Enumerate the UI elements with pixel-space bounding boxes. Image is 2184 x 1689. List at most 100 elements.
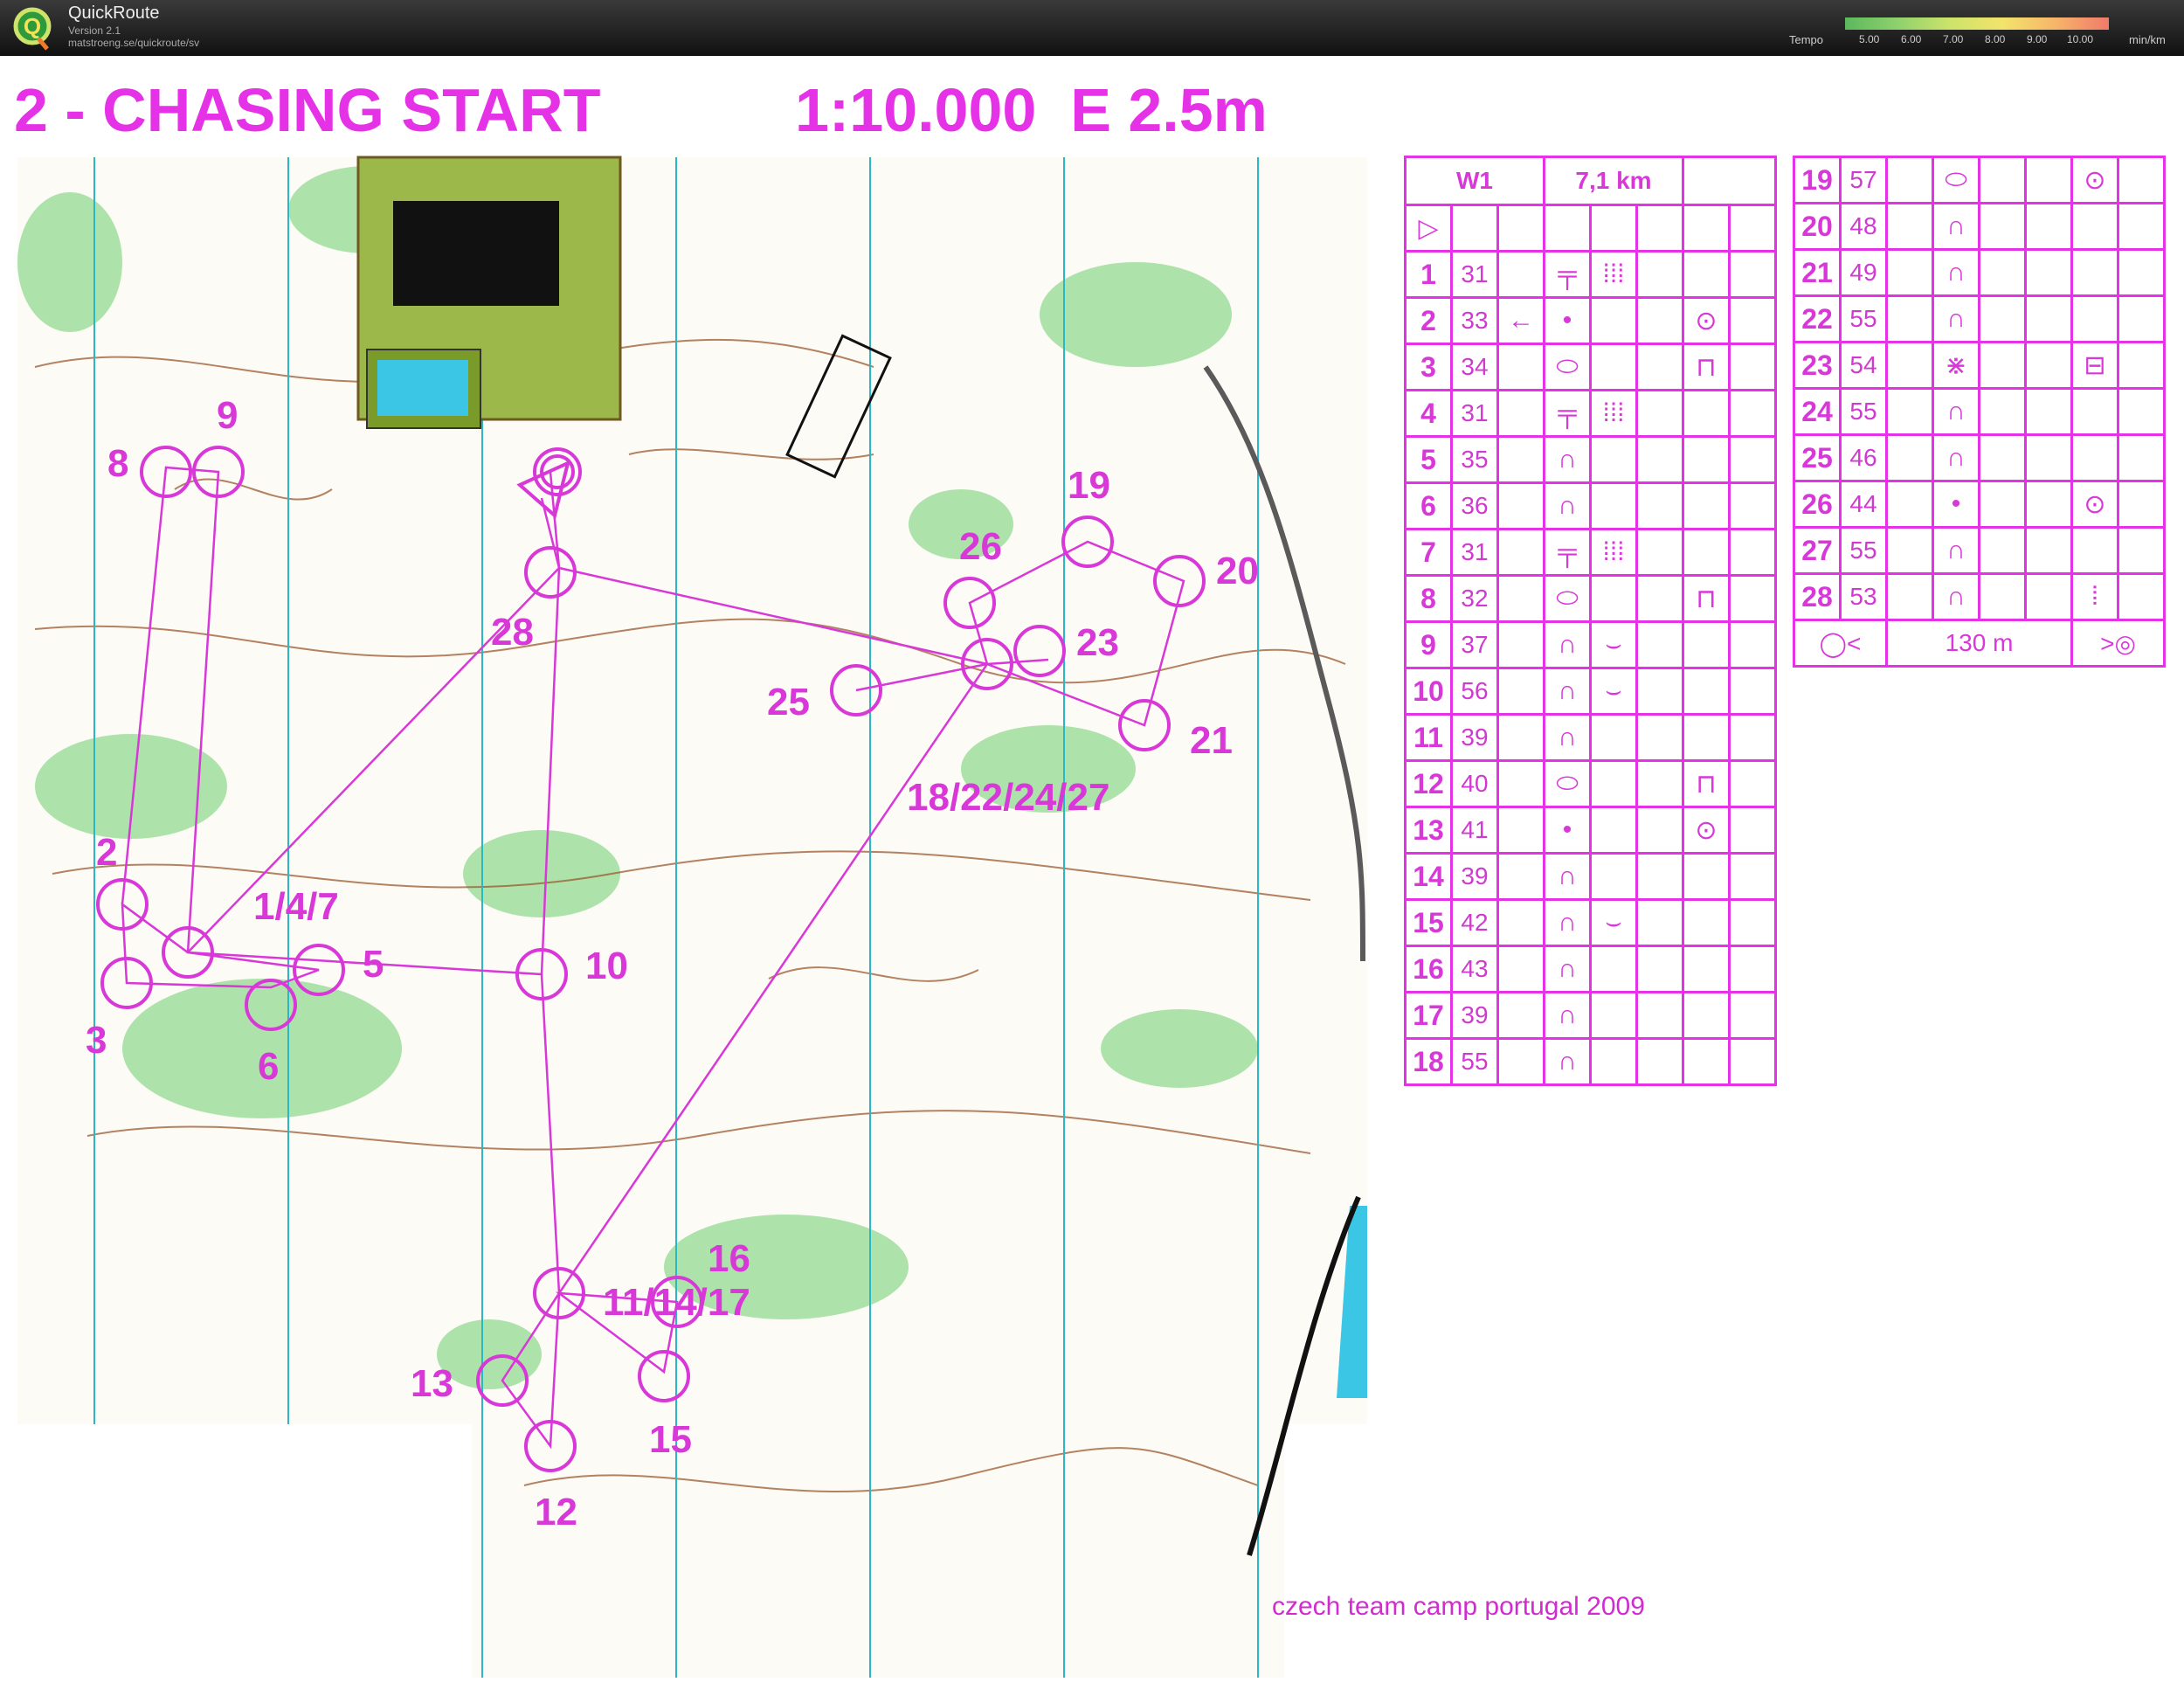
control-number: 28	[1793, 572, 1842, 621]
control-label: 1/4/7	[253, 885, 339, 928]
appearance-symbol: ⁞⁞⁞	[1589, 250, 1638, 299]
location-symbol: ⊙	[1682, 296, 1731, 345]
dimension-cell	[1635, 620, 1684, 669]
control-number: 26	[1793, 480, 1842, 529]
control-number: 25	[1793, 433, 1842, 482]
app-url[interactable]: matstroeng.se/quickroute/sv	[68, 37, 199, 49]
control-label: 11/14/17	[603, 1281, 750, 1324]
dimension-cell	[1635, 806, 1684, 855]
control-code: 56	[1450, 667, 1499, 716]
feature-symbol: •	[1543, 296, 1592, 345]
dimension-cell	[2024, 526, 2073, 575]
other-cell	[1728, 991, 1777, 1040]
location-symbol	[1682, 389, 1731, 438]
tempo-tick: 10.00	[2067, 33, 2094, 45]
control-row: 12 40 ⬭ ⊓	[1404, 759, 1777, 808]
feature-symbol: ∩	[1932, 433, 1980, 482]
dimension-cell	[2024, 248, 2073, 297]
other-cell	[1728, 759, 1777, 808]
quickroute-logo-icon: Q	[13, 7, 52, 51]
control-label: 19	[1068, 464, 1110, 507]
appearance-symbol	[1589, 806, 1638, 855]
control-row: 21 49 ∩	[1793, 248, 2166, 297]
dimension-cell	[2024, 156, 2073, 204]
map-scale: 1:10.000 E 2.5m	[795, 76, 1268, 144]
location-symbol: ⊟	[2070, 341, 2119, 390]
app-version: Version 2.1	[68, 24, 121, 37]
feature-symbol: ⬭	[1543, 574, 1592, 623]
location-symbol	[1682, 945, 1731, 993]
tempo-unit: min/km	[2129, 33, 2166, 46]
location-symbol	[2070, 248, 2119, 297]
other-cell	[1728, 1037, 1777, 1086]
direction-symbol	[1496, 806, 1545, 855]
start-row: ▷	[1404, 204, 1777, 253]
location-symbol: ⦙	[2070, 572, 2119, 621]
other-cell	[1728, 389, 1777, 438]
location-symbol: ⊓	[1682, 343, 1731, 391]
appearance-symbol	[1978, 572, 2027, 621]
other-cell	[1728, 806, 1777, 855]
appearance-symbol	[1589, 343, 1638, 391]
other-cell	[2117, 341, 2166, 390]
other-cell	[1728, 852, 1777, 901]
appearance-symbol	[1978, 156, 2027, 204]
control-label: 13	[411, 1362, 453, 1405]
dimension-cell	[1635, 991, 1684, 1040]
control-label: 3	[86, 1019, 107, 1062]
app-name: QuickRoute	[68, 3, 160, 23]
direction-symbol	[1885, 202, 1934, 251]
dimension-cell	[1635, 296, 1684, 345]
control-row: 2 33 ← • ⊙	[1404, 296, 1777, 345]
control-label: 21	[1190, 719, 1233, 762]
location-symbol: ⊙	[1682, 806, 1731, 855]
feature-symbol: ⋇	[1932, 341, 1980, 390]
direction-symbol	[1496, 389, 1545, 438]
location-symbol	[2070, 294, 2119, 343]
other-cell	[1728, 250, 1777, 299]
control-row: 4 31 ╤ ⁞⁞⁞	[1404, 389, 1777, 438]
location-symbol	[1682, 667, 1731, 716]
orienteering-map[interactable]: 1/4/7 2 3 5 6 8 9 10 11/14/17 12 13 15 1…	[0, 149, 1380, 1689]
other-cell	[1728, 343, 1777, 391]
feature-symbol: ∩	[1543, 898, 1592, 947]
finish-end-circle-icon: >◎	[2070, 619, 2166, 668]
control-number: 16	[1404, 945, 1453, 993]
tempo-tick: 9.00	[2027, 33, 2048, 45]
appearance-symbol	[1978, 341, 2027, 390]
control-row: 3 34 ⬭ ⊓	[1404, 343, 1777, 391]
course-length: 7,1 km	[1543, 156, 1684, 206]
feature-symbol: •	[1932, 480, 1980, 529]
feature-symbol: ∩	[1543, 945, 1592, 993]
appearance-symbol: ⁞⁞⁞	[1589, 528, 1638, 577]
control-number: 1	[1404, 250, 1453, 299]
direction-symbol	[1885, 480, 1934, 529]
finish-row: ◯< 130 m >◎	[1793, 619, 2166, 668]
control-row: 11 39 ∩	[1404, 713, 1777, 762]
dimension-cell	[1635, 945, 1684, 993]
feature-symbol: ╤	[1543, 528, 1592, 577]
location-symbol	[1682, 250, 1731, 299]
control-label: 8	[107, 442, 128, 485]
feature-symbol: ∩	[1932, 572, 1980, 621]
control-number: 14	[1404, 852, 1453, 901]
appearance-symbol	[1978, 387, 2027, 436]
control-label: 20	[1216, 550, 1259, 592]
control-row: 8 32 ⬭ ⊓	[1404, 574, 1777, 623]
feature-symbol: ∩	[1543, 435, 1592, 484]
other-cell	[1728, 898, 1777, 947]
other-cell	[2117, 202, 2166, 251]
appearance-symbol	[1589, 435, 1638, 484]
dimension-cell	[2024, 294, 2073, 343]
control-number: 24	[1793, 387, 1842, 436]
control-code: 44	[1839, 480, 1888, 529]
control-code: 55	[1839, 387, 1888, 436]
location-symbol	[1682, 481, 1731, 530]
feature-symbol: ∩	[1932, 526, 1980, 575]
control-number: 10	[1404, 667, 1453, 716]
control-row: 16 43 ∩	[1404, 945, 1777, 993]
tempo-tick: 7.00	[1943, 33, 1964, 45]
control-row: 14 39 ∩	[1404, 852, 1777, 901]
control-row: 19 57 ⬭ ⊙	[1793, 156, 2166, 204]
control-code: 31	[1450, 250, 1499, 299]
